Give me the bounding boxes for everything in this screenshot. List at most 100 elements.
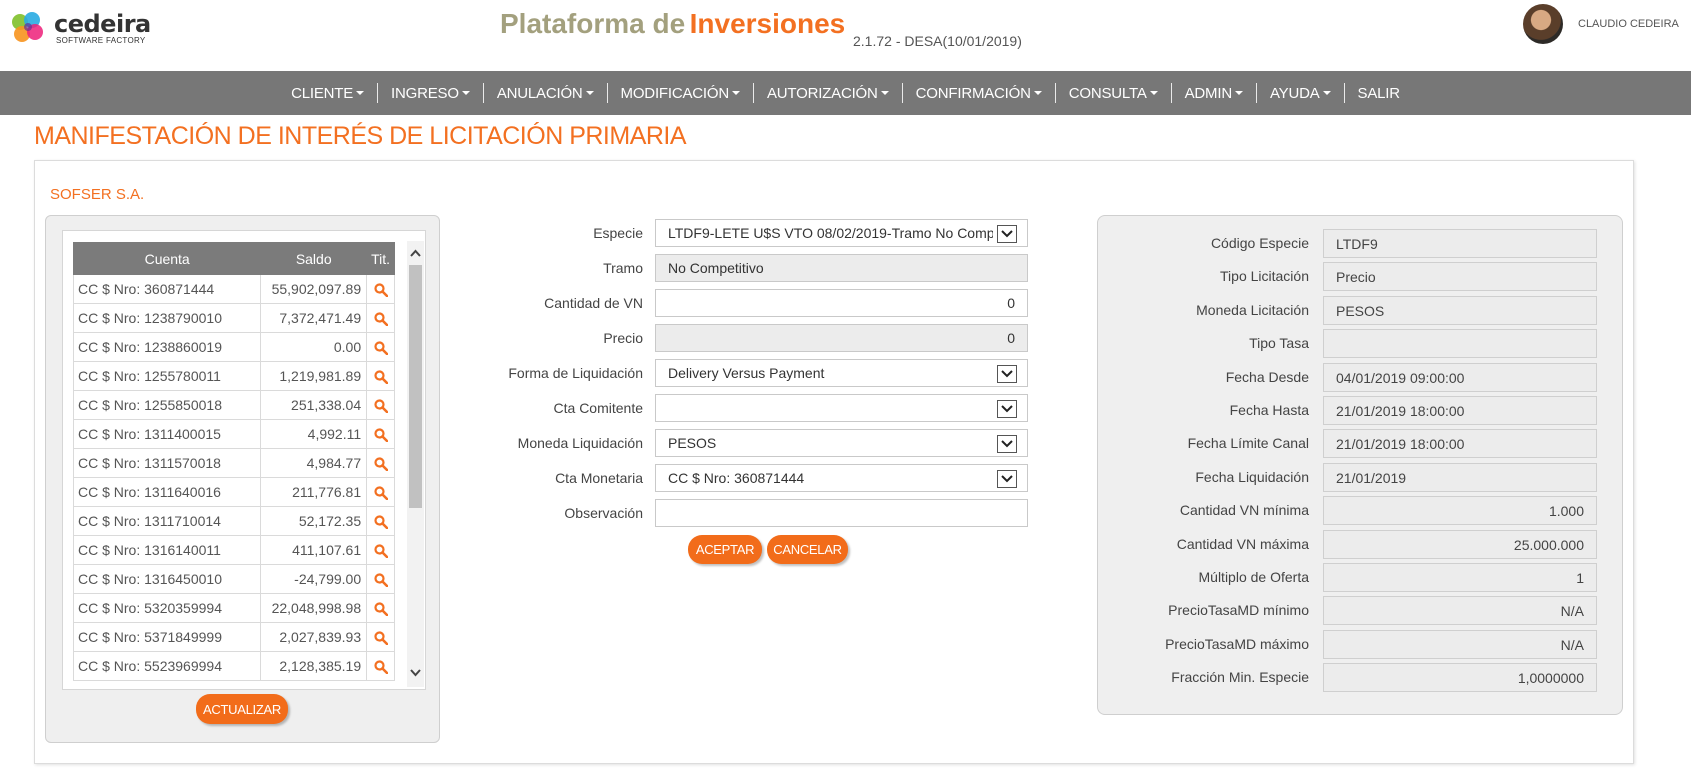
cta-monetaria-select[interactable]: CC $ Nro: 360871444 [655,464,1028,492]
caret-down-icon [1322,91,1331,95]
cta-comitente-select[interactable] [655,394,1028,422]
especie-label: Especie [593,225,643,241]
nav-item-consulta[interactable]: CONSULTA [1056,71,1171,115]
forma-liquidacion-value: Delivery Versus Payment [668,365,825,381]
moneda-liquidacion-label: Moneda Liquidación [517,435,643,451]
accept-button[interactable]: ACEPTAR [688,535,762,564]
info-value: 21/01/2019 18:00:00 [1336,402,1465,419]
holders-cell [366,332,395,362]
account-cell: CC $ Nro: 1311400015 [72,419,262,449]
nav-item-cliente[interactable]: CLIENTE [278,71,377,115]
chevron-down-icon[interactable] [997,470,1017,488]
table-scrollbar[interactable] [407,241,424,687]
main-nav: CLIENTE INGRESO ANULACIÓN MODIFICACIÓN A… [0,71,1691,115]
info-label: Cantidad VN mínima [1179,502,1309,518]
search-icon[interactable] [373,341,388,356]
accounts-table-container[interactable]: Cuenta Saldo Tit. CC $ Nro: 360871444 55,… [62,230,426,690]
col-header-tit[interactable]: Tit. [366,242,395,275]
cta-comitente-label: Cta Comitente [553,400,643,416]
user-avatar[interactable] [1523,4,1563,44]
balance-cell: 1,219,981.89 [260,361,368,391]
caret-down-icon [731,91,740,95]
table-row[interactable]: CC $ Nro: 1311570018 4,984.77 [72,448,395,478]
table-row[interactable]: CC $ Nro: 1238790010 7,372,471.49 [72,303,395,333]
chevron-down-icon[interactable] [997,225,1017,243]
table-row[interactable]: CC $ Nro: 360871444 55,902,097.89 [72,274,395,304]
scroll-down-icon[interactable] [409,665,422,681]
info-label: Fecha Límite Canal [1187,435,1309,451]
info-field: PESOS [1323,296,1597,325]
moneda-liquidacion-select[interactable]: PESOS [655,429,1028,457]
search-icon[interactable] [373,399,388,414]
nav-label: CLIENTE [291,84,354,102]
info-label: Múltiplo de Oferta [1198,569,1310,585]
search-icon[interactable] [373,602,388,617]
refresh-button[interactable]: ACTUALIZAR [196,694,288,724]
nav-item-autorizacion[interactable]: AUTORIZACIÓN [754,71,902,115]
table-row[interactable]: CC $ Nro: 1311710014 52,172.35 [72,506,395,536]
table-row[interactable]: CC $ Nro: 1311400015 4,992.11 [72,419,395,449]
search-icon[interactable] [373,370,388,385]
table-row[interactable]: CC $ Nro: 1311640016 211,776.81 [72,477,395,507]
col-header-cuenta[interactable]: Cuenta [72,242,262,275]
table-row[interactable]: CC $ Nro: 5371849999 2,027,839.93 [72,622,395,652]
holders-cell [366,535,395,565]
nav-item-anulacion[interactable]: ANULACIÓN [484,71,607,115]
search-icon[interactable] [373,515,388,530]
forma-liquidacion-select[interactable]: Delivery Versus Payment [655,359,1028,387]
search-icon[interactable] [373,573,388,588]
user-name[interactable]: CLAUDIO CEDEIRA [1578,18,1679,30]
info-label: Fracción Min. Especie [1171,669,1309,685]
search-icon[interactable] [373,544,388,559]
chevron-down-icon[interactable] [997,365,1017,383]
table-row[interactable]: CC $ Nro: 1255850018 251,338.04 [72,390,395,420]
chevron-down-icon[interactable] [997,435,1017,453]
col-header-saldo[interactable]: Saldo [260,242,368,275]
account-cell: CC $ Nro: 1311640016 [72,477,262,507]
company-logo[interactable]: cedeira SOFTWARE FACTORY [8,6,151,46]
tramo-value: No Competitivo [668,260,764,276]
balance-cell: 211,776.81 [260,477,368,507]
nav-item-confirmacion[interactable]: CONFIRMACIÓN [903,71,1055,115]
balance-cell: 411,107.61 [260,535,368,565]
search-icon[interactable] [373,428,388,443]
table-row[interactable]: CC $ Nro: 1238860019 0.00 [72,332,395,362]
tramo-field: No Competitivo [655,254,1028,282]
tramo-label: Tramo [603,260,643,276]
info-value: PESOS [1336,302,1385,319]
nav-item-ayuda[interactable]: AYUDA [1257,71,1344,115]
search-icon[interactable] [373,283,388,298]
info-label: Cantidad VN máxima [1176,536,1309,552]
scroll-up-icon[interactable] [409,245,422,261]
cantidad-vn-label: Cantidad de VN [544,295,643,311]
table-row[interactable]: CC $ Nro: 1255780011 1,219,981.89 [72,361,395,391]
info-value: 21/01/2019 [1336,469,1407,486]
scrollbar-thumb[interactable] [409,265,422,508]
nav-item-salir[interactable]: SALIR [1345,71,1413,115]
table-row[interactable]: CC $ Nro: 1316450010 -24,799.00 [72,564,395,594]
table-row[interactable]: CC $ Nro: 1316140011 411,107.61 [72,535,395,565]
search-icon[interactable] [373,457,388,472]
search-icon[interactable] [373,660,388,675]
cantidad-vn-input[interactable]: 0 [655,289,1028,317]
precio-label: Precio [603,330,643,346]
info-label: Tipo Licitación [1220,268,1309,284]
observacion-input[interactable] [655,499,1028,527]
search-icon[interactable] [373,486,388,501]
cancel-button[interactable]: CANCELAR [767,535,848,564]
especie-select[interactable]: LTDF9-LETE U$S VTO 08/02/2019-Tramo No C… [655,219,1028,247]
page-title: MANIFESTACIÓN DE INTERÉS DE LICITACIÓN P… [34,122,687,150]
nav-item-ingreso[interactable]: INGRESO [378,71,483,115]
chevron-down-icon[interactable] [997,400,1017,418]
account-cell: CC $ Nro: 5523969994 [72,651,262,681]
account-cell: CC $ Nro: 1238790010 [72,303,262,333]
search-icon[interactable] [373,312,388,327]
account-cell: CC $ Nro: 1255850018 [72,390,262,420]
nav-item-modificacion[interactable]: MODIFICACIÓN [608,71,753,115]
nav-label: AYUDA [1269,84,1320,102]
table-row[interactable]: CC $ Nro: 5320359994 22,048,998.98 [72,593,395,623]
info-value: 1 [1576,569,1584,586]
search-icon[interactable] [373,631,388,646]
nav-item-admin[interactable]: ADMIN [1172,71,1256,115]
table-row[interactable]: CC $ Nro: 5523969994 2,128,385.19 [72,651,395,681]
